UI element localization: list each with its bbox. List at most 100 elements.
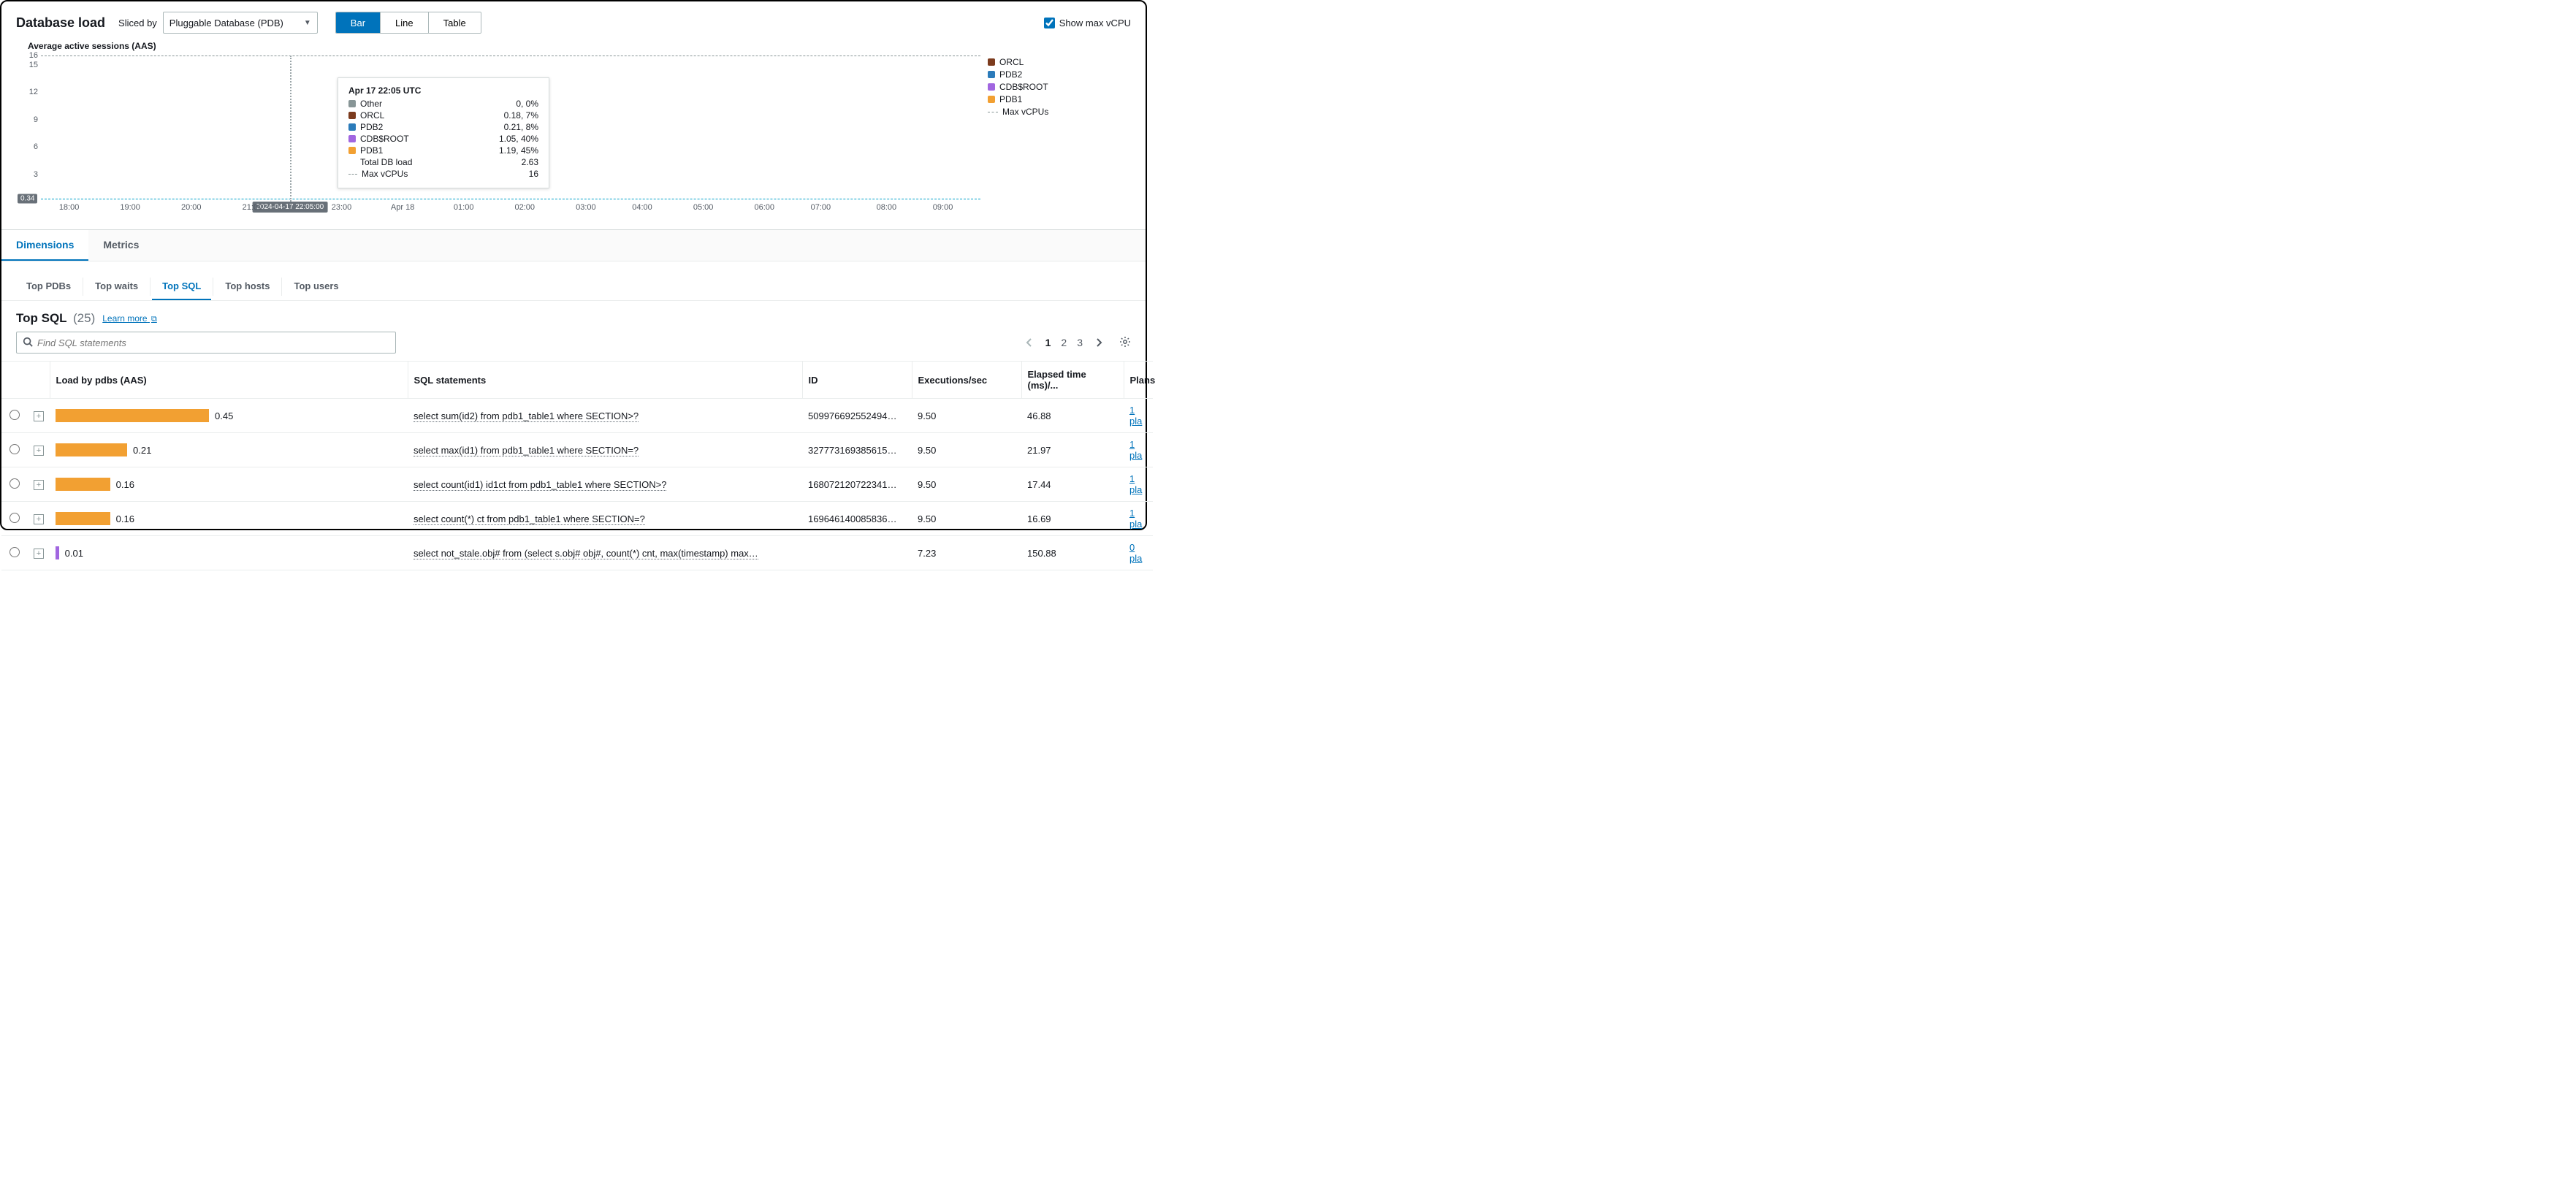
pager-page-2[interactable]: 2: [1061, 337, 1067, 348]
x-tick: 20:00: [181, 203, 202, 212]
y-tick: 3: [34, 170, 38, 179]
search-box[interactable]: [16, 332, 396, 354]
show-max-vcpu-input[interactable]: [1044, 18, 1055, 28]
view-toggle: Bar Line Table: [335, 12, 481, 34]
x-tick: 08:00: [877, 203, 897, 212]
x-tick: 01:00: [454, 203, 474, 212]
col-exec[interactable]: Executions/sec: [912, 362, 1021, 399]
show-max-vcpu-checkbox[interactable]: Show max vCPU: [1044, 18, 1131, 28]
y-tick: 16: [29, 51, 38, 60]
tooltip-row-label: Max vCPUs: [362, 169, 529, 179]
sql-statement[interactable]: select count(*) ct from pdb1_table1 wher…: [414, 513, 645, 525]
plans-link[interactable]: 0 pla: [1129, 542, 1142, 564]
pager-prev[interactable]: [1024, 337, 1035, 348]
col-plans[interactable]: Plans: [1124, 362, 1153, 399]
tab-top-waits[interactable]: Top waits: [85, 273, 148, 300]
tooltip-row-value: 1.19, 45%: [499, 145, 538, 156]
row-radio[interactable]: [9, 513, 20, 523]
tab-top-hosts[interactable]: Top hosts: [215, 273, 280, 300]
sql-statement[interactable]: select sum(id2) from pdb1_table1 where S…: [414, 410, 639, 422]
sql-id: 169646140085836…: [802, 502, 912, 536]
tab-metrics[interactable]: Metrics: [88, 230, 153, 261]
sql-statement[interactable]: select count(id1) id1ct from pdb1_table1…: [414, 479, 666, 491]
elapsed-time: 150.88: [1021, 536, 1124, 570]
plans-link[interactable]: 1 pla: [1129, 508, 1142, 530]
expand-button[interactable]: +: [34, 446, 44, 456]
view-table-button[interactable]: Table: [428, 12, 481, 33]
load-bar: [56, 478, 110, 491]
tab-top-sql[interactable]: Top SQL: [152, 273, 211, 300]
x-tick: 03:00: [576, 203, 596, 212]
table-row: +0.16select count(*) ct from pdb1_table1…: [1, 502, 1153, 536]
load-value: 0.45: [215, 410, 233, 421]
load-bar: [56, 512, 110, 525]
tooltip-row-label: ORCL: [360, 110, 504, 121]
current-value-badge: 0.34: [18, 194, 37, 203]
elapsed-time: 21.97: [1021, 433, 1124, 467]
legend-label: Max vCPUs: [1002, 107, 1048, 117]
expand-button[interactable]: +: [34, 514, 44, 524]
sql-id: 168072120722341…: [802, 467, 912, 502]
y-axis: 16 15 12 9 6 3: [16, 56, 38, 202]
legend-label: PDB1: [999, 94, 1022, 104]
plans-link[interactable]: 1 pla: [1129, 473, 1142, 495]
col-load[interactable]: Load by pdbs (AAS): [50, 362, 408, 399]
tab-top-users[interactable]: Top users: [283, 273, 348, 300]
section-title: Top SQL (25): [16, 311, 95, 326]
tooltip-row-value: 0.18, 7%: [504, 110, 538, 121]
row-radio[interactable]: [9, 444, 20, 454]
elapsed-time: 46.88: [1021, 399, 1124, 433]
sql-id: 509976692552494…: [802, 399, 912, 433]
aas-chart[interactable]: 16 15 12 9 6 3 0.34 2024-04-17 22:05:00 …: [16, 56, 980, 216]
exec-per-sec: 9.50: [912, 399, 1021, 433]
dimension-tabs: Top PDBs Top waits Top SQL Top hosts Top…: [1, 273, 1146, 301]
settings-button[interactable]: [1119, 336, 1131, 350]
y-tick: 15: [29, 61, 38, 69]
load-value: 0.21: [133, 445, 151, 456]
pager: 1 2 3: [1024, 336, 1131, 350]
tooltip-row-value: 1.05, 40%: [499, 134, 538, 144]
table-row: +0.01select not_stale.obj# from (select …: [1, 536, 1153, 570]
exec-per-sec: 9.50: [912, 433, 1021, 467]
sliced-by-label: Sliced by: [118, 18, 157, 28]
plans-link[interactable]: 1 pla: [1129, 439, 1142, 461]
x-tick: 04:00: [632, 203, 652, 212]
sql-statement[interactable]: select max(id1) from pdb1_table1 where S…: [414, 445, 639, 456]
expand-button[interactable]: +: [34, 549, 44, 559]
tooltip-row-label: PDB1: [360, 145, 499, 156]
col-elapsed[interactable]: Elapsed time (ms)/...: [1021, 362, 1124, 399]
x-tick: 18:00: [59, 203, 80, 212]
page-title: Database load: [16, 15, 105, 31]
exec-per-sec: 9.50: [912, 467, 1021, 502]
legend-label: ORCL: [999, 57, 1024, 67]
view-line-button[interactable]: Line: [380, 12, 428, 33]
pager-page-3[interactable]: 3: [1077, 337, 1083, 348]
tooltip-row-value: 2.63: [522, 157, 538, 167]
load-bar: [56, 546, 59, 559]
elapsed-time: 17.44: [1021, 467, 1124, 502]
y-tick: 6: [34, 142, 38, 151]
sql-statement[interactable]: select not_stale.obj# from (select s.obj…: [414, 548, 758, 559]
tab-top-pdbs[interactable]: Top PDBs: [16, 273, 81, 300]
col-sql[interactable]: SQL statements: [408, 362, 802, 399]
tooltip-row-label: PDB2: [360, 122, 504, 132]
sql-id: 327773169385615…: [802, 433, 912, 467]
y-tick: 9: [34, 115, 38, 124]
sliced-by-select[interactable]: Pluggable Database (PDB) ▼: [163, 12, 318, 34]
expand-button[interactable]: +: [34, 411, 44, 421]
table-row: +0.21 select max(id1) from pdb1_table1 wh…: [1, 433, 1153, 467]
col-id[interactable]: ID: [802, 362, 912, 399]
search-input[interactable]: [37, 337, 389, 348]
learn-more-link[interactable]: Learn more ⧉: [102, 313, 157, 324]
x-tick: 05:00: [693, 203, 714, 212]
row-radio[interactable]: [9, 410, 20, 420]
row-radio[interactable]: [9, 547, 20, 557]
pager-page-1[interactable]: 1: [1045, 337, 1051, 348]
row-radio[interactable]: [9, 478, 20, 489]
expand-button[interactable]: +: [34, 480, 44, 490]
plans-link[interactable]: 1 pla: [1129, 405, 1142, 427]
view-bar-button[interactable]: Bar: [336, 12, 380, 33]
exec-per-sec: 7.23: [912, 536, 1021, 570]
pager-next[interactable]: [1093, 337, 1105, 348]
tab-dimensions[interactable]: Dimensions: [1, 230, 88, 261]
